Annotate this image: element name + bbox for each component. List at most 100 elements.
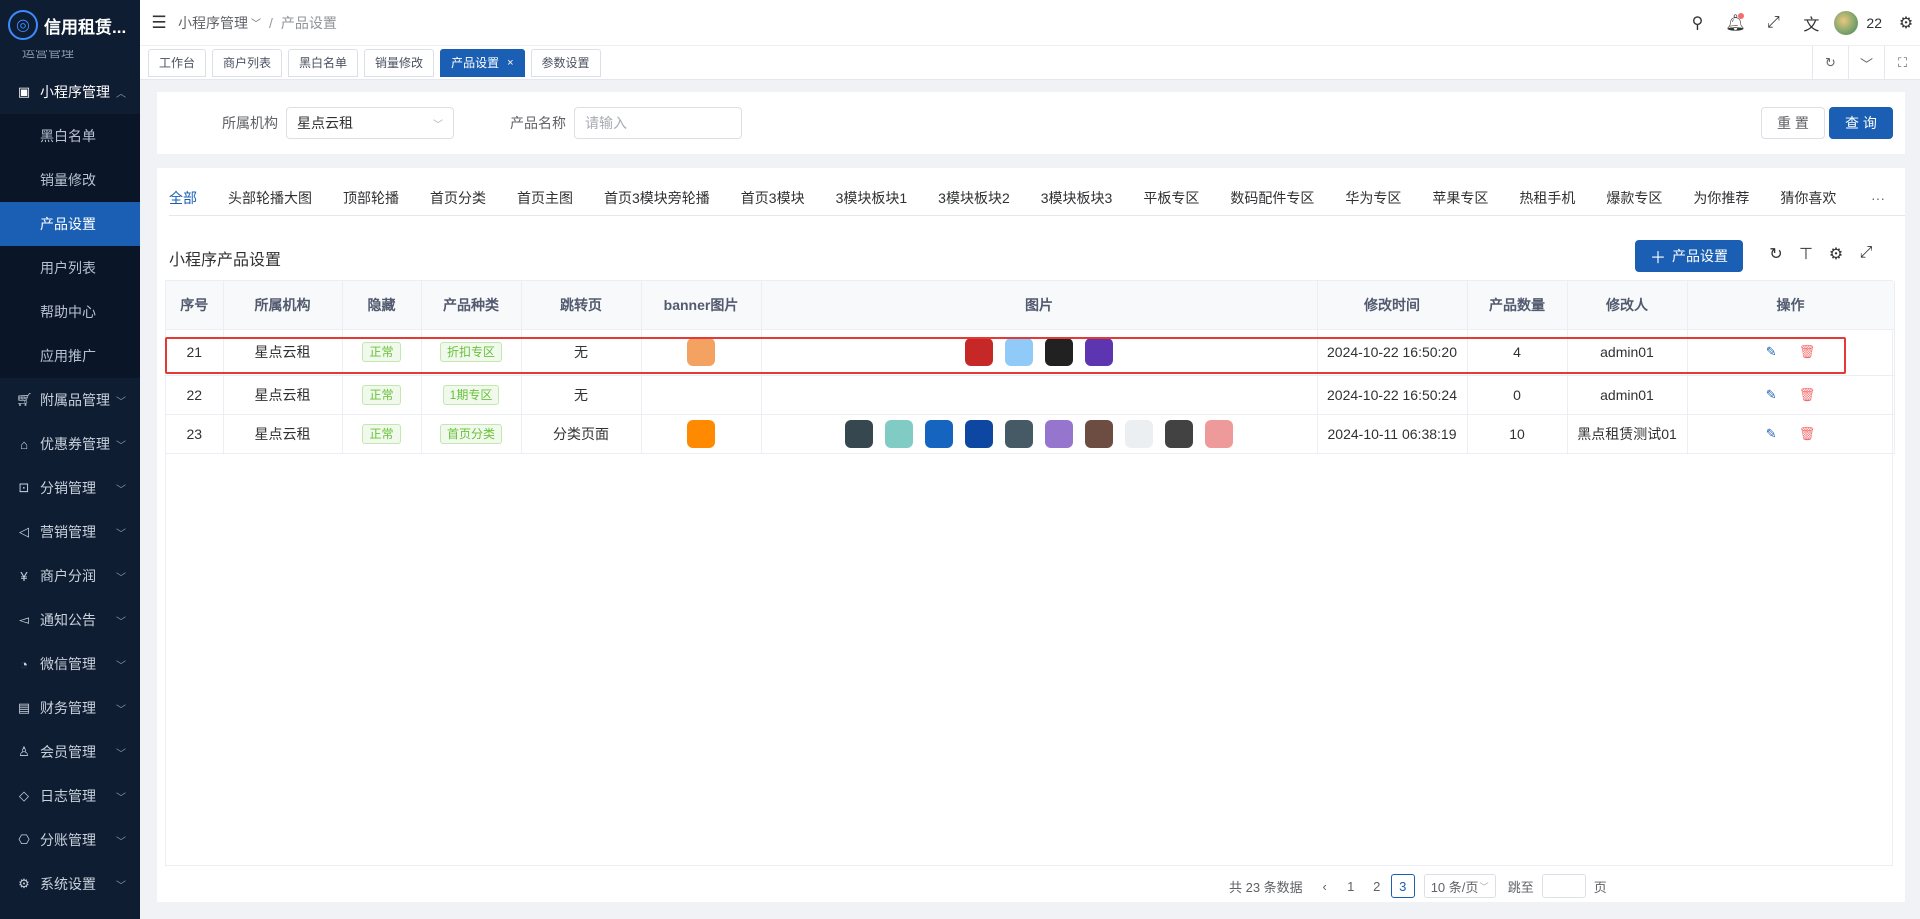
table-row[interactable]: 22 星点云租 正常 1期专区无 2024-10-22 16:50:24 0 admin01… bbox=[166, 375, 1895, 415]
sidebar-item-5[interactable]: 应用推广 bbox=[0, 334, 140, 378]
tag-3[interactable]: 销量修改 bbox=[364, 48, 435, 77]
category-tab-16[interactable]: 为你推荐 bbox=[1693, 180, 1749, 215]
category-tab-5[interactable]: 首页3模块旁轮播 bbox=[604, 180, 710, 215]
category-tab-10[interactable]: 平板专区 bbox=[1143, 180, 1199, 215]
sidebar-group-8[interactable]: ▤ 财务管理 ﹀ bbox=[0, 686, 140, 730]
tag-5[interactable]: 参数设置 bbox=[530, 48, 601, 77]
search-icon[interactable]: ⚲ bbox=[1678, 13, 1716, 33]
sidebar-group-1[interactable]: 🛒︎ 附属品管理 ﹀ bbox=[0, 378, 140, 422]
product-thumbnail[interactable] bbox=[845, 419, 873, 448]
category-tab-7[interactable]: 3模块板块1 bbox=[836, 180, 908, 215]
column-height-icon[interactable]: ⊤ bbox=[1791, 244, 1821, 264]
product-thumbnail[interactable] bbox=[925, 419, 953, 448]
sidebar-item-3[interactable]: 用户列表 bbox=[0, 246, 140, 290]
refresh-icon[interactable]: ↻ bbox=[1761, 244, 1791, 264]
sidebar-group-6[interactable]: ◅ 通知公告 ﹀ bbox=[0, 598, 140, 642]
bell-icon[interactable]: 🔔︎ bbox=[1716, 13, 1754, 33]
maximize-icon[interactable]: ⛶ bbox=[1884, 46, 1920, 80]
sidebar-group-11[interactable]: ⎔ 分账管理 ﹀ bbox=[0, 818, 140, 862]
category-tab-0[interactable]: 全部 bbox=[169, 180, 197, 215]
refresh-icon[interactable]: ↻ bbox=[1812, 46, 1848, 80]
page-size-select[interactable]: 10 条/页 ﹀ bbox=[1423, 874, 1496, 898]
category-tab-15[interactable]: 爆款专区 bbox=[1606, 180, 1662, 215]
breadcrumb-item-parent[interactable]: 小程序管理 bbox=[178, 13, 248, 33]
jump-page-input[interactable] bbox=[1541, 874, 1586, 898]
tag-4[interactable]: 产品设置 × bbox=[440, 48, 525, 77]
sidebar-group-12[interactable]: ⚙ 系统设置 ﹀ bbox=[0, 862, 140, 906]
table-row[interactable]: 21 星点云租 正常 折扣专区无 2024-10-22 16:50:20 4 admin01… bbox=[166, 329, 1895, 376]
product-thumbnail[interactable] bbox=[1085, 419, 1113, 448]
translate-icon[interactable]: 文 bbox=[1792, 11, 1830, 35]
category-tab-13[interactable]: 苹果专区 bbox=[1432, 180, 1488, 215]
table-row[interactable]: 23 星点云租 正常 首页分类 分类页面 2024-10-11 06:38:19 10 黑点租… bbox=[166, 414, 1895, 454]
sidebar-group-3[interactable]: ⊡ 分销管理 ﹀ bbox=[0, 466, 140, 510]
gear-icon[interactable]: ⚙ bbox=[1892, 13, 1920, 33]
sidebar-item-clipped[interactable]: 运营管理 bbox=[0, 50, 140, 70]
category-tab-2[interactable]: 顶部轮播 bbox=[343, 180, 399, 215]
reset-button[interactable]: 重 置 bbox=[1761, 107, 1825, 139]
tag-1[interactable]: 商户列表 bbox=[212, 48, 283, 77]
fullscreen-icon[interactable]: ⤢ bbox=[1754, 14, 1792, 32]
sidebar-group-10[interactable]: ◇ 日志管理 ﹀ bbox=[0, 774, 140, 818]
query-button[interactable]: 查 询 bbox=[1829, 107, 1893, 139]
close-icon[interactable]: × bbox=[507, 57, 513, 69]
product-thumbnail[interactable] bbox=[1045, 338, 1073, 366]
sidebar-item-4[interactable]: 帮助中心 bbox=[0, 290, 140, 334]
user-name[interactable]: 22 bbox=[1866, 15, 1882, 31]
more-tabs-icon[interactable]: ··· bbox=[1863, 180, 1893, 215]
sidebar-item-1[interactable]: 销量修改 bbox=[0, 158, 140, 202]
category-tab-4[interactable]: 首页主图 bbox=[517, 180, 573, 215]
category-tab-3[interactable]: 首页分类 bbox=[430, 180, 486, 215]
category-tab-12[interactable]: 华为专区 bbox=[1345, 180, 1401, 215]
product-thumbnail[interactable] bbox=[1005, 419, 1033, 448]
product-thumbnail[interactable] bbox=[1205, 419, 1233, 448]
product-thumbnail[interactable] bbox=[1005, 338, 1033, 366]
add-product-setting-button[interactable]: ＋ 产品设置 bbox=[1635, 240, 1743, 272]
category-tab-9[interactable]: 3模块板块3 bbox=[1041, 180, 1113, 215]
page-number-1[interactable]: 1 bbox=[1339, 874, 1363, 898]
category-tab-17[interactable]: 猜你喜欢 bbox=[1780, 180, 1836, 215]
product-thumbnail[interactable] bbox=[1125, 419, 1153, 448]
trash-icon[interactable]: 🗑︎ bbox=[1799, 344, 1816, 360]
app-logo[interactable]: ◎ 信用租赁... bbox=[0, 0, 140, 50]
trash-icon[interactable]: 🗑︎ bbox=[1799, 426, 1816, 442]
banner-thumbnail[interactable] bbox=[687, 338, 715, 366]
category-tab-11[interactable]: 数码配件专区 bbox=[1230, 180, 1314, 215]
product-name-input[interactable] bbox=[574, 107, 742, 139]
page-number-2[interactable]: 2 bbox=[1365, 874, 1389, 898]
banner-thumbnail[interactable] bbox=[687, 419, 715, 448]
sidebar-item-0[interactable]: 黑白名单 bbox=[0, 114, 140, 158]
org-select[interactable]: 星点云租 ﹀ bbox=[286, 107, 454, 139]
tag-0[interactable]: 工作台 bbox=[148, 48, 207, 77]
product-thumbnail[interactable] bbox=[965, 419, 993, 448]
sidebar-group-4[interactable]: ◁ 营销管理 ﹀ bbox=[0, 510, 140, 554]
sidebar-group-2[interactable]: ⌂ 优惠券管理 ﹀ bbox=[0, 422, 140, 466]
product-thumbnail[interactable] bbox=[1165, 419, 1193, 448]
sidebar-group-0[interactable]: ▣ 小程序管理 ︿ bbox=[0, 70, 140, 114]
sidebar-group-7[interactable]: ◔ 微信管理 ﹀ bbox=[0, 642, 140, 686]
edit-icon[interactable]: ✎ bbox=[1766, 344, 1777, 360]
category-tab-6[interactable]: 首页3模块 bbox=[741, 180, 805, 215]
menu-toggle-icon[interactable]: ☰ bbox=[140, 13, 178, 33]
edit-icon[interactable]: ✎ bbox=[1766, 387, 1777, 403]
chevron-down-icon[interactable]: ﹀ bbox=[1848, 46, 1884, 80]
gear-icon[interactable]: ⚙ bbox=[1821, 244, 1851, 264]
trash-icon[interactable]: 🗑︎ bbox=[1799, 387, 1816, 403]
category-tab-1[interactable]: 头部轮播大图 bbox=[228, 180, 312, 215]
sidebar-item-2[interactable]: 产品设置 bbox=[0, 202, 140, 246]
category-tab-8[interactable]: 3模块板块2 bbox=[938, 180, 1010, 215]
product-thumbnail[interactable] bbox=[965, 338, 993, 366]
product-thumbnail[interactable] bbox=[1085, 338, 1113, 366]
sidebar-group-5[interactable]: ¥ 商户分润 ﹀ bbox=[0, 554, 140, 598]
sidebar-group-9[interactable]: ♙ 会员管理 ﹀ bbox=[0, 730, 140, 774]
prev-page-icon[interactable]: ‹ bbox=[1313, 874, 1337, 898]
product-thumbnail[interactable] bbox=[1045, 419, 1073, 448]
tag-2[interactable]: 黑白名单 bbox=[288, 48, 359, 77]
avatar[interactable] bbox=[1834, 11, 1859, 35]
page-number-3[interactable]: 3 bbox=[1390, 874, 1415, 898]
chevron-down-icon[interactable]: ﹀ bbox=[251, 15, 261, 30]
edit-icon[interactable]: ✎ bbox=[1766, 426, 1777, 442]
category-tab-14[interactable]: 热租手机 bbox=[1519, 180, 1575, 215]
product-thumbnail[interactable] bbox=[885, 419, 913, 448]
fullscreen-icon[interactable]: ⤢ bbox=[1851, 244, 1881, 264]
